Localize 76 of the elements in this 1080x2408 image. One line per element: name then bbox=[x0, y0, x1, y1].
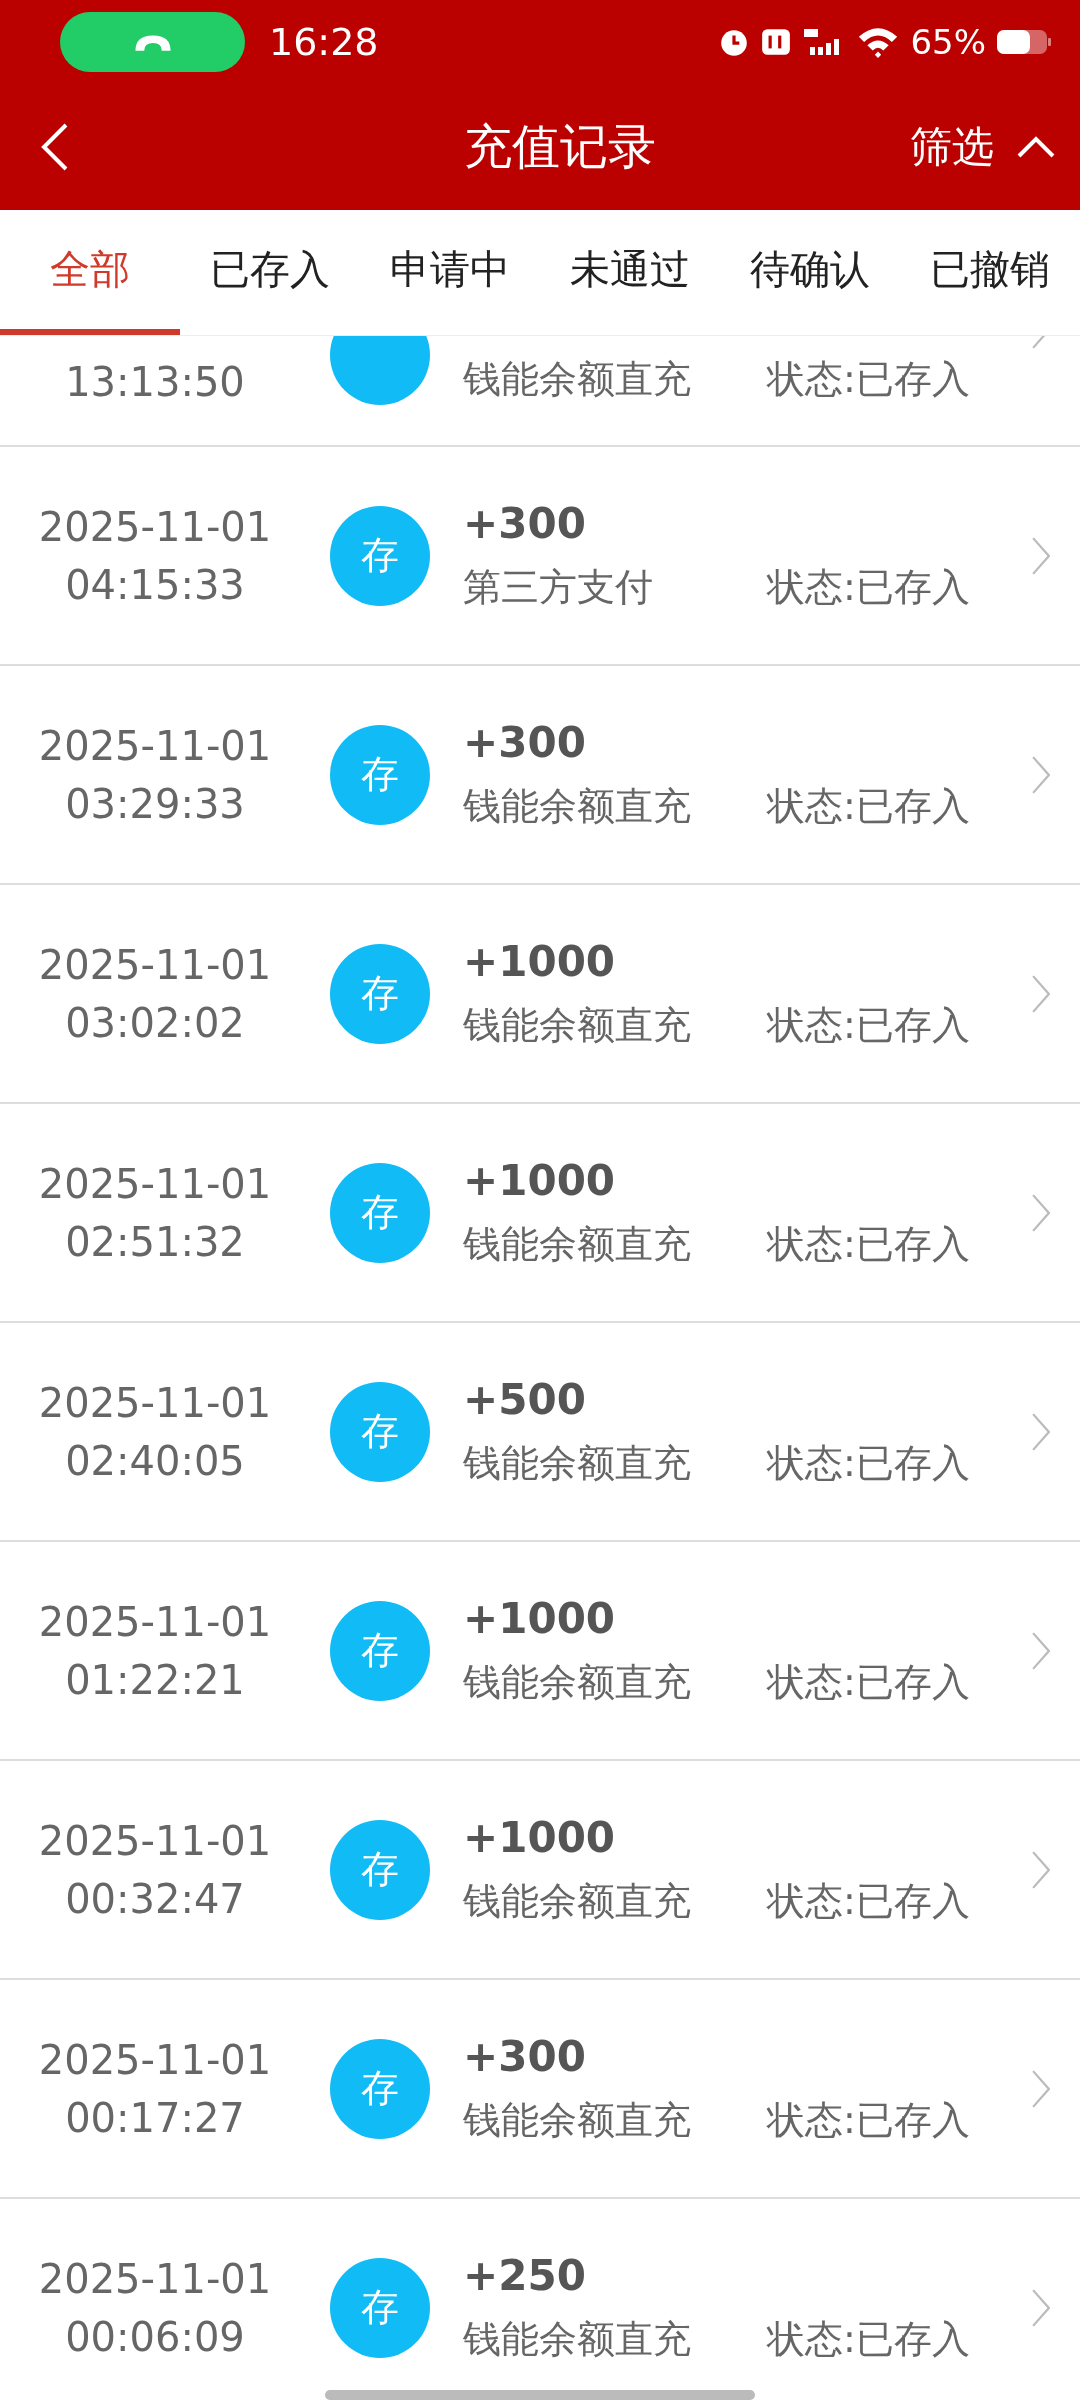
record-row[interactable]: 2025-11-01 01:22:21 存 +1000 钱能余额直充 状态:已存入 bbox=[0, 1542, 1080, 1761]
battery-percent: 65% bbox=[910, 22, 986, 62]
record-row[interactable]: 2025-11-01 03:29:33 存 +300 钱能余额直充 状态:已存入 bbox=[0, 666, 1080, 885]
record-date: 2025-11-01 bbox=[38, 722, 272, 769]
record-date: 2025-11-01 bbox=[38, 1379, 272, 1426]
record-date: 2025-11-01 bbox=[38, 2036, 272, 2083]
record-time: 02:51:32 bbox=[65, 1218, 245, 1265]
deposit-badge: 存 bbox=[330, 505, 430, 606]
status-time: 16:28 bbox=[269, 20, 379, 64]
record-status: 状态:已存入 bbox=[767, 2315, 970, 2363]
record-row[interactable]: 2025-11-01 02:40:05 存 +500 钱能余额直充 状态:已存入 bbox=[0, 1323, 1080, 1542]
record-amount: +250 bbox=[463, 2250, 587, 2300]
record-date: 2025-11-01 bbox=[38, 941, 272, 988]
record-status: 状态:已存入 bbox=[767, 1439, 970, 1487]
record-time: 01:22:21 bbox=[65, 1656, 245, 1703]
record-status: 状态:已存入 bbox=[767, 1001, 970, 1049]
record-date: 2025-11-01 bbox=[38, 1817, 272, 1864]
record-row[interactable]: 2025-11-01 00:32:47 存 +1000 钱能余额直充 状态:已存入 bbox=[0, 1761, 1080, 1980]
record-status: 状态:已存入 bbox=[767, 2096, 970, 2144]
record-amount: +1000 bbox=[463, 1593, 617, 1643]
tab[interactable]: 已存入 bbox=[180, 210, 360, 335]
record-amount: +300 bbox=[463, 717, 587, 767]
record-method: 钱能余额直充 bbox=[463, 1877, 692, 1925]
record-time: 03:29:33 bbox=[65, 780, 245, 827]
record-date: 2025-11-01 bbox=[38, 503, 272, 550]
deposit-badge: 存 bbox=[330, 2038, 430, 2139]
record-time: 04:15:33 bbox=[65, 561, 245, 608]
tab[interactable]: 已撤销 bbox=[900, 210, 1080, 335]
record-method: 钱能余额直充 bbox=[463, 356, 692, 403]
tab[interactable]: 未通过 bbox=[540, 210, 720, 335]
record-date: 2025-11-01 bbox=[38, 1160, 272, 1207]
page-title: 充值记录 bbox=[463, 117, 657, 176]
deposit-badge: 存 bbox=[330, 724, 430, 825]
tab[interactable]: 待确认 bbox=[720, 210, 900, 335]
record-method: 第三方支付 bbox=[463, 563, 654, 611]
record-row[interactable]: 13:13:50 钱能余额直充 状态:已存入 bbox=[0, 336, 1080, 447]
record-status: 状态:已存入 bbox=[767, 563, 970, 611]
record-method: 钱能余额直充 bbox=[463, 1001, 692, 1049]
record-time: 00:06:09 bbox=[65, 2313, 245, 2360]
tab[interactable]: 申请中 bbox=[360, 210, 540, 335]
record-row[interactable]: 2025-11-01 04:15:33 存 +300 第三方支付 状态:已存入 bbox=[0, 447, 1080, 666]
record-method: 钱能余额直充 bbox=[463, 2096, 692, 2144]
record-method: 钱能余额直充 bbox=[463, 782, 692, 830]
record-date: 2025-11-01 bbox=[38, 2255, 272, 2302]
record-amount: +300 bbox=[463, 498, 587, 548]
record-amount: +300 bbox=[463, 2031, 587, 2081]
record-time: 00:32:47 bbox=[65, 1875, 245, 1922]
filter-button[interactable]: 筛选 bbox=[910, 119, 994, 175]
record-status: 状态:已存入 bbox=[767, 782, 970, 830]
record-method: 钱能余额直充 bbox=[463, 1220, 692, 1268]
record-method: 钱能余额直充 bbox=[463, 2315, 692, 2363]
record-date: 2025-11-01 bbox=[38, 1598, 272, 1645]
record-method: 钱能余额直充 bbox=[463, 1658, 692, 1706]
record-amount: +500 bbox=[463, 1374, 587, 1424]
deposit-badge: 存 bbox=[330, 1600, 430, 1701]
record-amount: +1000 bbox=[463, 936, 617, 986]
record-time: 03:02:02 bbox=[65, 999, 245, 1046]
deposit-badge: 存 bbox=[330, 2257, 430, 2358]
record-time: 02:40:05 bbox=[65, 1437, 245, 1484]
deposit-badge: 存 bbox=[330, 1381, 430, 1482]
record-amount: +1000 bbox=[463, 1812, 617, 1862]
record-time: 00:17:27 bbox=[65, 2094, 245, 2141]
record-amount: +1000 bbox=[463, 1155, 617, 1205]
record-row[interactable]: 2025-11-01 00:17:27 存 +300 钱能余额直充 状态:已存入 bbox=[0, 1980, 1080, 2199]
record-status: 状态:已存入 bbox=[767, 1658, 970, 1706]
deposit-badge: 存 bbox=[330, 943, 430, 1044]
record-status: 状态:已存入 bbox=[767, 1877, 970, 1925]
record-method: 钱能余额直充 bbox=[463, 1439, 692, 1487]
deposit-badge: 存 bbox=[330, 1819, 430, 1920]
record-row[interactable]: 2025-11-01 03:02:02 存 +1000 钱能余额直充 状态:已存入 bbox=[0, 885, 1080, 1104]
record-status: 状态:已存入 bbox=[767, 356, 970, 403]
deposit-badge: 存 bbox=[330, 1162, 430, 1263]
record-row[interactable]: 2025-11-01 02:51:32 存 +1000 钱能余额直充 状态:已存入 bbox=[0, 1104, 1080, 1323]
record-status: 状态:已存入 bbox=[767, 1220, 970, 1268]
tab[interactable]: 全部 bbox=[0, 210, 180, 335]
record-time: 13:13:50 bbox=[65, 359, 245, 405]
